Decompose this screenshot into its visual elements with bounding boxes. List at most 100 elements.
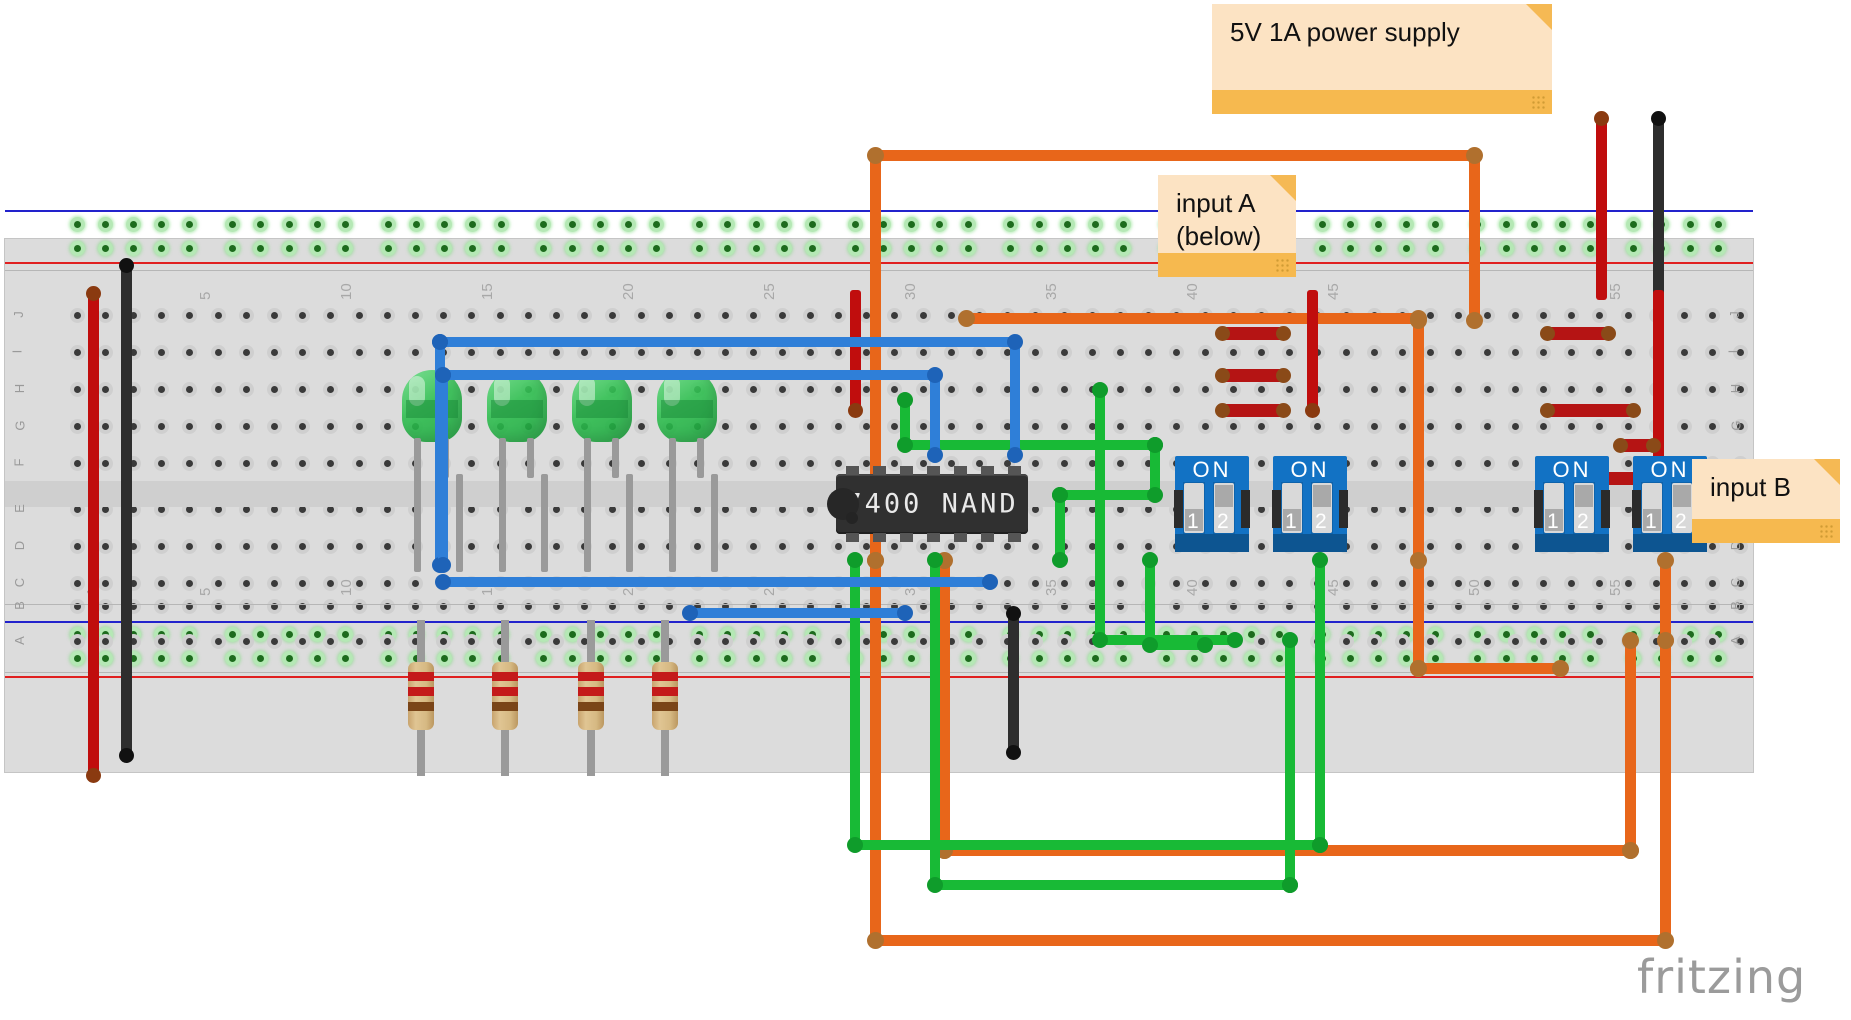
power-rail-hole[interactable] — [1243, 650, 1259, 666]
breadboard-hole[interactable] — [1366, 575, 1382, 591]
breadboard-hole[interactable] — [520, 633, 536, 649]
breadboard-hole[interactable] — [1225, 575, 1241, 591]
red-jumper[interactable] — [849, 290, 861, 410]
power-rail-hole[interactable] — [1371, 650, 1387, 666]
breadboard-hole[interactable] — [802, 418, 818, 434]
green-wire[interactable] — [1285, 640, 1295, 885]
breadboard-hole[interactable] — [633, 307, 649, 323]
breadboard-hole[interactable] — [746, 633, 762, 649]
power-rail-hole[interactable] — [692, 650, 708, 666]
breadboard-hole[interactable] — [802, 381, 818, 397]
breadboard-hole[interactable] — [548, 455, 564, 471]
breadboard-hole[interactable] — [1112, 455, 1128, 471]
breadboard-hole[interactable] — [1282, 381, 1298, 397]
power-rail-hole[interactable] — [1555, 240, 1571, 256]
breadboard-hole[interactable] — [1366, 418, 1382, 434]
power-rail-hole[interactable] — [692, 240, 708, 256]
breadboard-hole[interactable] — [1535, 575, 1551, 591]
breadboard-hole[interactable] — [1253, 538, 1269, 554]
breadboard-hole[interactable] — [1535, 307, 1551, 323]
breadboard-hole[interactable] — [774, 455, 790, 471]
blue-wire-endpoint[interactable] — [927, 367, 943, 383]
breadboard-hole[interactable] — [182, 418, 198, 434]
breadboard-hole[interactable] — [1394, 344, 1410, 360]
breadboard-hole[interactable] — [295, 381, 311, 397]
power-rail-hole[interactable] — [465, 216, 481, 232]
power-rail-hole[interactable] — [465, 650, 481, 666]
breadboard-hole[interactable] — [436, 598, 452, 614]
breadboard-hole[interactable] — [689, 633, 705, 649]
breadboard-hole[interactable] — [548, 538, 564, 554]
breadboard-hole[interactable] — [69, 575, 85, 591]
green-wire-endpoint[interactable] — [1092, 382, 1108, 398]
breadboard-hole[interactable] — [154, 381, 170, 397]
orange-wire-endpoint[interactable] — [1656, 631, 1674, 649]
power-rail-hole[interactable] — [804, 650, 820, 666]
power-rail-hole[interactable] — [1159, 650, 1175, 666]
input-a-note[interactable]: input A (below) — [1158, 175, 1296, 277]
power-rail-hole[interactable] — [281, 240, 297, 256]
breadboard-hole[interactable] — [1423, 344, 1439, 360]
breadboard-hole[interactable] — [436, 307, 452, 323]
red-jumper-wire[interactable] — [1215, 403, 1291, 418]
breadboard-hole[interactable] — [154, 418, 170, 434]
power-rail-hole[interactable] — [1343, 650, 1358, 666]
breadboard-hole[interactable] — [379, 418, 395, 434]
power-rail-hole[interactable] — [621, 650, 637, 666]
breadboard-hole[interactable] — [1028, 538, 1044, 554]
breadboard-hole[interactable] — [1564, 344, 1580, 360]
breadboard-hole[interactable] — [1535, 633, 1551, 649]
breadboard-hole[interactable] — [1479, 633, 1495, 649]
breadboard-hole[interactable] — [210, 455, 226, 471]
breadboard-hole[interactable] — [1169, 575, 1185, 591]
blue-wire-endpoint[interactable] — [897, 605, 913, 621]
green-wire-endpoint[interactable] — [1312, 552, 1328, 568]
breadboard-hole[interactable] — [323, 598, 339, 614]
breadboard-hole[interactable] — [154, 575, 170, 591]
breadboard-hole[interactable] — [1338, 633, 1354, 649]
breadboard-hole[interactable] — [971, 418, 987, 434]
breadboard-hole[interactable] — [633, 598, 649, 614]
breadboard-hole[interactable] — [323, 538, 339, 554]
breadboard-hole[interactable] — [661, 598, 677, 614]
breadboard-hole[interactable] — [1169, 598, 1185, 614]
breadboard-hole[interactable] — [1564, 598, 1580, 614]
green-wire[interactable] — [1095, 390, 1105, 640]
breadboard-hole[interactable] — [1112, 381, 1128, 397]
breadboard-hole[interactable] — [379, 455, 395, 471]
breadboard-hole[interactable] — [1112, 598, 1128, 614]
orange-wire[interactable] — [938, 560, 950, 850]
breadboard-hole[interactable] — [774, 381, 790, 397]
breadboard-hole[interactable] — [1253, 455, 1269, 471]
breadboard-hole[interactable] — [464, 307, 480, 323]
breadboard-hole[interactable] — [1056, 598, 1072, 614]
breadboard-hole[interactable] — [1056, 381, 1072, 397]
breadboard-hole[interactable] — [605, 598, 621, 614]
breadboard-hole[interactable] — [97, 538, 113, 554]
breadboard-hole[interactable] — [323, 381, 339, 397]
breadboard-hole[interactable] — [1366, 381, 1382, 397]
breadboard-hole[interactable] — [971, 598, 987, 614]
power-rail-hole[interactable] — [536, 216, 552, 232]
note-resize-grip[interactable] — [1819, 524, 1833, 538]
breadboard-hole[interactable] — [351, 455, 367, 471]
breadboard-hole[interactable] — [351, 307, 367, 323]
orange-wire-endpoint[interactable] — [866, 146, 884, 164]
breadboard-hole[interactable] — [69, 598, 85, 614]
green-wire-endpoint[interactable] — [927, 877, 943, 893]
breadboard-hole[interactable] — [1056, 418, 1072, 434]
power-rail-hole[interactable] — [337, 650, 353, 666]
power-rail-hole[interactable] — [225, 240, 241, 256]
breadboard-hole[interactable] — [605, 307, 621, 323]
breadboard-hole[interactable] — [718, 307, 734, 323]
breadboard-hole[interactable] — [182, 307, 198, 323]
power-rail-hole[interactable] — [748, 216, 764, 232]
breadboard-hole[interactable] — [295, 418, 311, 434]
power-rail-hole[interactable] — [281, 650, 297, 666]
green-wire-endpoint[interactable] — [1142, 637, 1158, 653]
power-rail-hole[interactable] — [1031, 216, 1047, 232]
breadboard-hole[interactable] — [238, 307, 254, 323]
power-rail-hole[interactable] — [1116, 216, 1132, 232]
breadboard-hole[interactable] — [379, 307, 395, 323]
breadboard-hole[interactable] — [238, 381, 254, 397]
